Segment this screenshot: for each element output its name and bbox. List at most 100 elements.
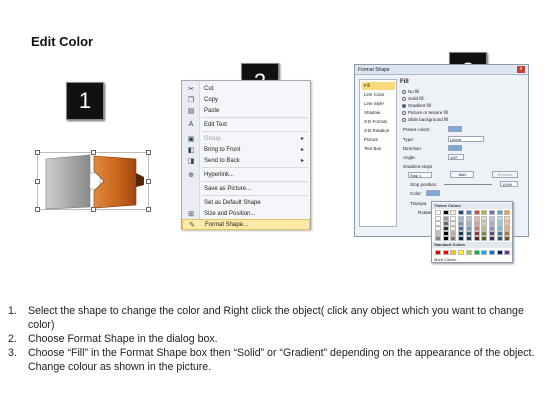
nav-3d-rotation[interactable]: 3-D Rotation <box>362 127 395 135</box>
menu-item-bring-to-front[interactable]: ◧ Bring to Front ▸ <box>182 144 310 155</box>
hyperlink-icon: ⊕ <box>188 171 194 179</box>
theme-color-swatch[interactable] <box>488 236 495 241</box>
resize-handle[interactable] <box>146 179 151 184</box>
radio-slide-bg-fill[interactable]: Slide background fill <box>402 117 448 122</box>
menu-separator <box>202 131 308 132</box>
standard-color-swatch[interactable] <box>488 250 495 255</box>
send-back-icon: ◨ <box>187 157 195 165</box>
standard-colors-header: Standard Colors <box>432 242 512 248</box>
nav-picture[interactable]: Picture <box>362 136 395 144</box>
menu-item-format-shape[interactable]: ✎ Format Shape... <box>182 219 310 230</box>
standard-color-swatch[interactable] <box>442 250 449 255</box>
resize-handle[interactable] <box>35 207 40 212</box>
menu-item-save-as-picture[interactable]: Save as Picture... <box>182 183 310 194</box>
theme-color-swatch[interactable] <box>458 236 465 241</box>
theme-color-swatch[interactable] <box>435 236 441 241</box>
direction-dropdown[interactable] <box>448 145 462 151</box>
add-stop-button[interactable]: Add <box>450 171 474 178</box>
copy-icon: ❐ <box>187 96 195 104</box>
context-menu: ✂ Cut ❐ Copy ▤ Paste A Edit Text ▣ Group ▸ ◧ Br… <box>181 80 311 230</box>
theme-color-swatch[interactable] <box>488 210 495 215</box>
paste-icon: ▤ <box>187 107 195 115</box>
nav-line-color[interactable]: Line Color <box>362 91 395 99</box>
theme-color-swatch[interactable] <box>496 210 503 215</box>
instruction-item: 3. Choose “Fill” in the Format Shape box … <box>8 347 535 373</box>
close-icon[interactable]: x <box>517 66 525 73</box>
menu-item-copy[interactable]: ❐ Copy <box>182 94 310 105</box>
theme-color-swatch[interactable] <box>442 236 449 241</box>
puzzle-shape[interactable] <box>38 153 150 211</box>
menu-item-cut[interactable]: ✂ Cut <box>182 83 310 94</box>
menu-item-paste[interactable]: ▤ Paste <box>182 105 310 116</box>
standard-color-swatch[interactable] <box>458 250 465 255</box>
theme-color-swatch[interactable] <box>504 210 511 215</box>
nav-text-box[interactable]: Text Box <box>362 145 395 153</box>
theme-color-swatch[interactable] <box>435 210 441 215</box>
standard-color-swatch[interactable] <box>504 250 511 255</box>
bring-front-icon: ◧ <box>187 146 195 154</box>
theme-color-swatch[interactable] <box>481 236 488 241</box>
menu-item-set-default-shape[interactable]: Set as Default Shape <box>182 197 310 208</box>
more-colors-link[interactable]: More Colors... <box>434 257 459 262</box>
theme-colors-header: Theme Colors <box>432 203 512 209</box>
step-badge-1: 1 <box>66 82 104 120</box>
gradient-stops-label: Gradient stops <box>403 164 433 169</box>
menu-item-group[interactable]: ▣ Group ▸ <box>182 133 310 144</box>
theme-color-swatch[interactable] <box>442 210 449 215</box>
theme-color-swatch[interactable] <box>450 236 457 241</box>
standard-color-swatch[interactable] <box>450 250 457 255</box>
radio-no-fill[interactable]: No fill <box>402 89 419 94</box>
standard-color-swatch[interactable] <box>496 250 503 255</box>
type-dropdown[interactable]: Linear <box>448 136 484 142</box>
radio-gradient-fill[interactable]: Gradient fill <box>402 103 431 108</box>
radio-picture-fill[interactable]: Picture or texture fill <box>402 110 448 115</box>
resize-handle[interactable] <box>91 207 96 212</box>
theme-color-swatch[interactable] <box>496 236 503 241</box>
nav-3d-format[interactable]: 3-D Format <box>362 118 395 126</box>
theme-color-swatch[interactable] <box>473 236 480 241</box>
color-dropdown[interactable] <box>426 190 440 196</box>
dialog-title: Format Shape <box>355 65 528 75</box>
theme-color-swatch[interactable] <box>465 236 472 241</box>
direction-label: Direction: <box>403 146 423 151</box>
resize-handle[interactable] <box>35 179 40 184</box>
nav-shadow[interactable]: Shadow <box>362 109 395 117</box>
theme-color-swatch[interactable] <box>504 236 511 241</box>
resize-handle[interactable] <box>91 150 96 155</box>
stop-position-field[interactable]: 100% <box>500 181 518 187</box>
angle-field[interactable]: 100° <box>448 154 464 160</box>
menu-item-hyperlink[interactable]: ⊕ Hyperlink... <box>182 169 310 180</box>
standard-color-swatch[interactable] <box>481 250 488 255</box>
nav-fill[interactable]: Fill <box>362 82 395 90</box>
stop-position-label: Stop position: <box>410 182 438 187</box>
menu-item-edit-text[interactable]: A Edit Text <box>182 119 310 130</box>
theme-color-swatch[interactable] <box>473 210 480 215</box>
page-title: Edit Color <box>31 34 94 49</box>
size-icon: ⊞ <box>188 210 194 218</box>
resize-handle[interactable] <box>146 150 151 155</box>
transparency-label: Transpa <box>410 201 427 206</box>
theme-color-swatch[interactable] <box>450 210 457 215</box>
theme-color-swatch[interactable] <box>465 210 472 215</box>
standard-color-swatch[interactable] <box>435 250 441 255</box>
submenu-arrow-icon: ▸ <box>300 136 304 142</box>
instructions: 1. Select the shape to change the color a… <box>8 304 553 374</box>
standard-color-swatch[interactable] <box>473 250 480 255</box>
instruction-item: 2. Choose Format Shape in the dialog box. <box>8 333 218 345</box>
radio-solid-fill[interactable]: Solid fill <box>402 96 424 101</box>
selected-shape[interactable] <box>35 150 151 212</box>
preset-colors-dropdown[interactable] <box>448 126 462 132</box>
standard-color-swatch[interactable] <box>465 250 472 255</box>
preset-colors-label: Preset colors: <box>403 127 431 132</box>
theme-color-swatch[interactable] <box>458 210 465 215</box>
theme-color-swatch[interactable] <box>481 210 488 215</box>
resize-handle[interactable] <box>146 207 151 212</box>
nav-line-style[interactable]: Line Style <box>362 100 395 108</box>
stop-dropdown[interactable]: Stop 1 <box>408 172 432 178</box>
menu-separator <box>202 181 308 182</box>
remove-stop-button[interactable]: Remove <box>492 171 518 178</box>
stop-position-slider[interactable] <box>444 184 492 185</box>
resize-handle[interactable] <box>35 150 40 155</box>
menu-item-send-to-back[interactable]: ◨ Send to Back ▸ <box>182 155 310 166</box>
menu-item-size-position[interactable]: ⊞ Size and Position... <box>182 208 310 219</box>
